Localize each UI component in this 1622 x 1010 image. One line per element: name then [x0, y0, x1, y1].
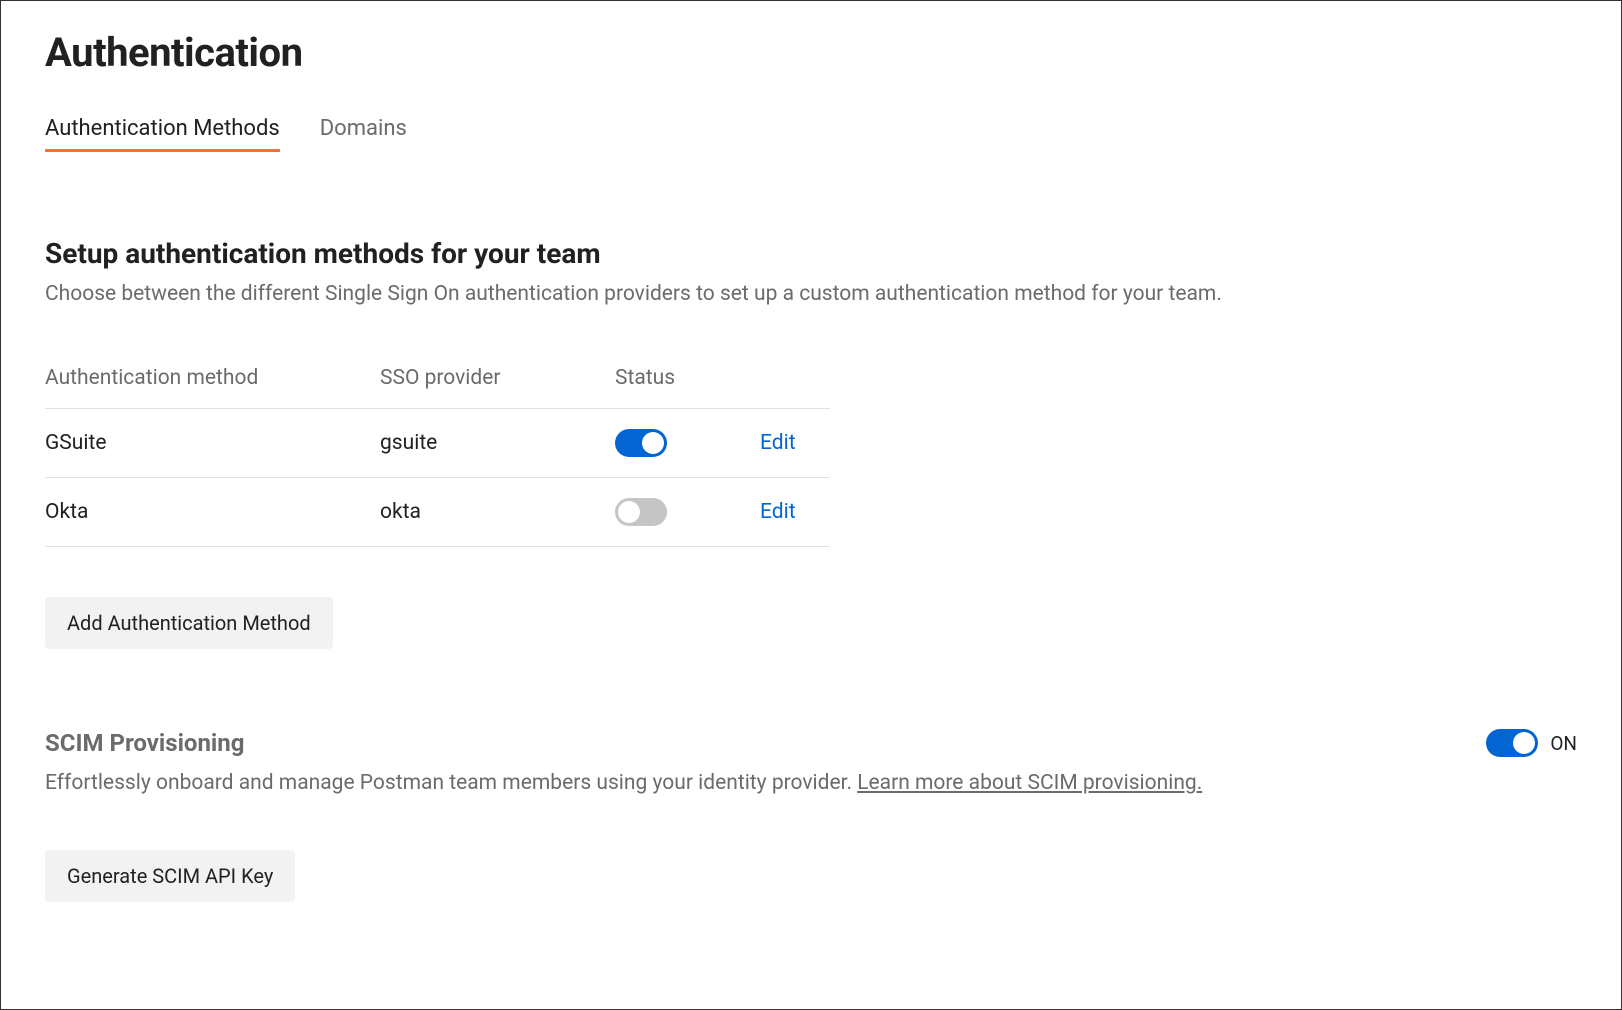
scim-description: Effortlessly onboard and manage Postman … [45, 771, 1577, 795]
section-heading: Setup authentication methods for your te… [45, 237, 1577, 270]
table-row: GSuite gsuite Edit [45, 409, 830, 478]
row-method: Okta [45, 500, 380, 524]
scim-section: SCIM Provisioning ON Effortlessly onboar… [45, 729, 1577, 902]
toggle-knob [642, 432, 664, 454]
toggle-knob [1513, 732, 1535, 754]
toggle-knob [618, 501, 640, 523]
tab-domains[interactable]: Domains [320, 116, 407, 152]
auth-methods-table: Authentication method SSO provider Statu… [45, 366, 830, 547]
row-provider: okta [380, 500, 615, 524]
header-provider: SSO provider [380, 366, 615, 390]
scim-toggle-label: ON [1550, 732, 1577, 755]
section-description: Choose between the different Single Sign… [45, 282, 1577, 306]
status-toggle[interactable] [615, 429, 667, 457]
table-row: Okta okta Edit [45, 478, 830, 547]
page-title: Authentication [45, 29, 1577, 76]
status-toggle[interactable] [615, 498, 667, 526]
row-method: GSuite [45, 431, 380, 455]
learn-more-link[interactable]: Learn more about SCIM provisioning. [857, 771, 1202, 795]
header-status: Status [615, 366, 760, 390]
header-method: Authentication method [45, 366, 380, 390]
edit-link[interactable]: Edit [760, 431, 796, 455]
scim-title: SCIM Provisioning [45, 729, 244, 757]
row-provider: gsuite [380, 431, 615, 455]
tab-authentication-methods[interactable]: Authentication Methods [45, 116, 280, 152]
scim-toggle[interactable] [1486, 729, 1538, 757]
generate-scim-api-key-button[interactable]: Generate SCIM API Key [45, 850, 295, 902]
add-authentication-method-button[interactable]: Add Authentication Method [45, 597, 333, 649]
scim-description-text: Effortlessly onboard and manage Postman … [45, 771, 857, 795]
tabs: Authentication Methods Domains [45, 116, 1577, 152]
table-header: Authentication method SSO provider Statu… [45, 366, 830, 409]
edit-link[interactable]: Edit [760, 500, 796, 524]
